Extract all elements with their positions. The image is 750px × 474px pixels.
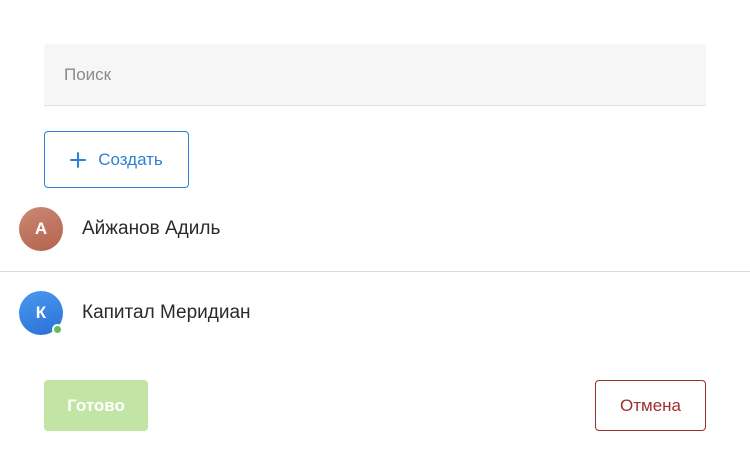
- avatar: А: [19, 207, 63, 251]
- create-button-label: Создать: [98, 149, 163, 169]
- search-input[interactable]: [44, 44, 706, 106]
- plus-icon: [70, 151, 87, 168]
- contact-item[interactable]: К Капитал Меридиан: [0, 278, 750, 348]
- divider: [0, 271, 750, 272]
- contact-name: Айжанов Адиль: [82, 218, 221, 239]
- online-status-dot: [52, 324, 63, 335]
- contact-picker-dialog: Создать А Айжанов Адиль К Капитал Мериди…: [0, 0, 750, 474]
- avatar-initial: К: [35, 303, 47, 322]
- avatar-initial: А: [34, 219, 48, 238]
- contact-name: Капитал Меридиан: [82, 302, 251, 323]
- done-button[interactable]: Готово: [44, 380, 148, 431]
- contact-item[interactable]: А Айжанов Адиль: [0, 194, 750, 264]
- cancel-button[interactable]: Отмена: [595, 380, 706, 431]
- create-button[interactable]: Создать: [44, 131, 189, 188]
- avatar: К: [19, 291, 63, 335]
